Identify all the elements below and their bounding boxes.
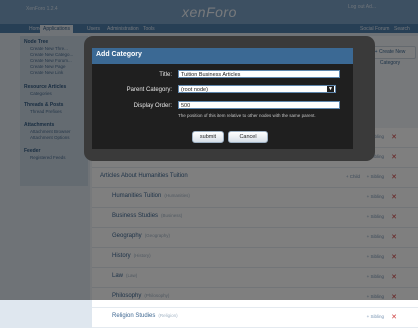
submit-button[interactable]: submit: [192, 131, 224, 143]
chevron-down-icon[interactable]: ▼: [327, 86, 334, 92]
display-order-help: The position of this item relative to ot…: [178, 113, 316, 118]
category-title-link[interactable]: Religion Studies (Religion): [112, 313, 178, 319]
display-order-label: Display Order:: [133, 103, 172, 109]
category-title: Religion Studies: [112, 313, 156, 319]
category-subtitle: (Religion): [158, 313, 178, 318]
parent-category-label: Parent Category:: [126, 87, 172, 93]
delete-icon[interactable]: ✕: [391, 313, 397, 321]
cancel-button[interactable]: Cancel: [228, 131, 268, 143]
category-row: Religion Studies (Religion) + Sibling ✕: [92, 308, 418, 328]
display-order-input[interactable]: 500: [178, 101, 340, 109]
dialog-title: Add Category: [96, 51, 142, 58]
parent-category-select[interactable]: (root node): [178, 85, 336, 93]
title-input[interactable]: Tuition Business Articles: [178, 70, 340, 78]
add-sibling-link[interactable]: + Sibling: [367, 314, 384, 319]
title-label: Title:: [159, 72, 172, 78]
